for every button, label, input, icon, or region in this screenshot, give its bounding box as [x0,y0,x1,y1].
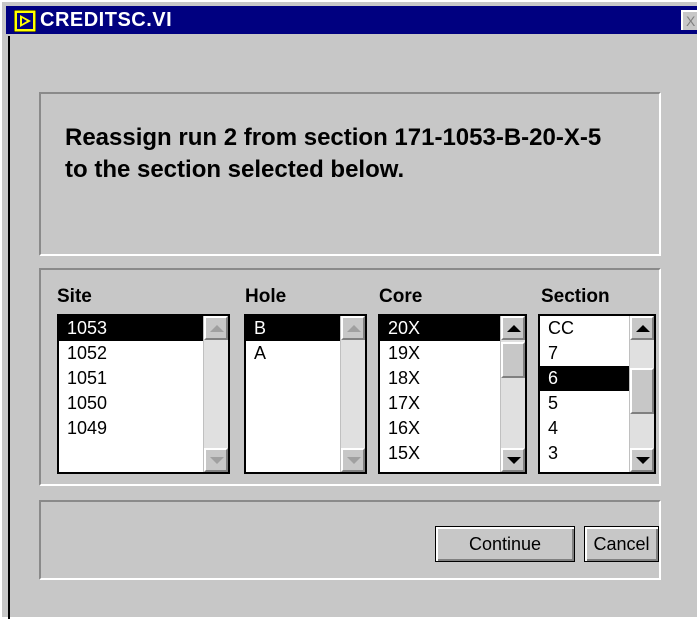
site-list-item[interactable]: 1053 [59,316,206,341]
section-list-item[interactable]: 3 [540,441,632,466]
site-list-item[interactable]: 1049 [59,416,206,441]
site-list-item[interactable]: 1051 [59,366,206,391]
core-scrollbar[interactable] [500,316,525,472]
site-label: Site [57,286,92,307]
core-list-item[interactable]: 20X [380,316,503,341]
site-scrollbar[interactable] [203,316,228,472]
section-list-item[interactable]: 5 [540,391,632,416]
core-list-item[interactable]: 19X [380,341,503,366]
hole-list-item[interactable]: B [246,316,343,341]
button-panel: Continue Cancel [39,500,661,580]
section-scroll-thumb[interactable] [630,368,654,414]
reassign-message: Reassign run 2 from section 171-1053-B-2… [65,124,602,183]
scroll-down-arrow-icon [347,457,361,464]
hole-scroll-down-button[interactable] [341,448,365,472]
core-list-item[interactable]: 15X [380,441,503,466]
close-button[interactable]: X [681,10,697,30]
cancel-button[interactable]: Cancel [584,526,659,562]
site-list-item[interactable]: 1050 [59,391,206,416]
close-icon: X [686,13,696,29]
section-list-item[interactable]: 7 [540,341,632,366]
hole-list-items: BA [246,316,343,472]
core-list-item[interactable]: 16X [380,416,503,441]
scroll-down-arrow-icon [507,457,521,464]
section-scroll-down-button[interactable] [630,448,654,472]
core-list-item[interactable]: 17X [380,391,503,416]
section-scrollbar[interactable] [629,316,654,472]
section-list-item[interactable]: CC [540,316,632,341]
hole-list-item[interactable]: A [246,341,343,366]
section-list-item[interactable]: 6 [540,366,632,391]
labview-vi-icon [14,10,36,32]
core-listbox[interactable]: 20X 19X 18X 17X 16X 15X [378,314,527,474]
continue-button[interactable]: Continue [435,526,575,562]
site-listbox[interactable]: 1053 1052 1051 1050 1049 [57,314,230,474]
site-scroll-down-button[interactable] [204,448,228,472]
site-scroll-up-button[interactable] [204,316,228,340]
core-scroll-thumb[interactable] [501,342,525,378]
window-frame-edge [8,36,10,619]
section-listbox[interactable]: CC 7 6 5 4 3 [538,314,656,474]
hole-label: Hole [245,286,287,307]
site-list-item[interactable]: 1052 [59,341,206,366]
scroll-down-arrow-icon [210,457,224,464]
message-panel: Reassign run 2 from section 171-1053-B-2… [39,92,661,256]
scroll-up-arrow-icon [210,325,224,332]
hole-listbox[interactable]: BA [244,314,367,474]
scroll-down-arrow-icon [636,457,650,464]
section-label: Section [541,286,610,307]
scroll-up-arrow-icon [347,325,361,332]
scroll-up-arrow-icon [636,325,650,332]
core-list-items: 20X 19X 18X 17X 16X 15X [380,316,503,472]
hole-scrollbar[interactable] [340,316,365,472]
title-bar[interactable]: CREDITSC.VI X [6,6,697,34]
core-label: Core [379,286,423,307]
core-scroll-down-button[interactable] [501,448,525,472]
site-list-items: 1053 1052 1051 1050 1049 [59,316,206,472]
core-scroll-up-button[interactable] [501,316,525,340]
section-list-item[interactable]: 4 [540,416,632,441]
hole-scroll-up-button[interactable] [341,316,365,340]
window-title: CREDITSC.VI [40,9,173,31]
selection-panel: Site Hole Core Section 1053 1052 1051 1050 1… [39,268,661,486]
section-scroll-up-button[interactable] [630,316,654,340]
section-list-items: CC 7 6 5 4 3 [540,316,632,472]
dialog-window: CREDITSC.VI X Reassign run 2 from sectio… [0,0,697,619]
core-list-item[interactable]: 18X [380,366,503,391]
scroll-up-arrow-icon [507,325,521,332]
